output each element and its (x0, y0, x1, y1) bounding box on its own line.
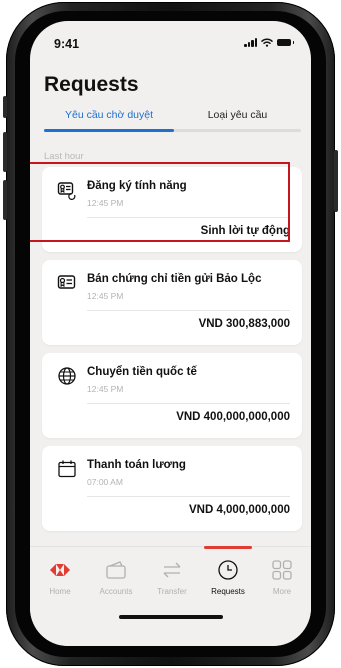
transfer-arrows-icon (163, 562, 181, 578)
request-time: 07:00 AM (87, 477, 123, 487)
request-time: 12:45 PM (87, 384, 124, 394)
tab-request-types[interactable]: Loại yêu cầu (174, 109, 301, 121)
wifi-icon (261, 38, 273, 47)
nav-more[interactable]: More (256, 559, 308, 596)
globe-icon (58, 367, 76, 385)
request-value: VND 4,000,000,000 (188, 504, 290, 516)
home-indicator[interactable] (119, 615, 223, 619)
certificate-icon (57, 275, 76, 289)
nav-accounts[interactable]: Accounts (90, 559, 142, 596)
request-card-deposit-certificate[interactable]: Bán chứng chỉ tiền gửi Bảo Lộc 12:45 PM … (42, 260, 302, 345)
card-divider (87, 403, 290, 404)
nav-label: Transfer (157, 587, 187, 596)
status-time: 9:41 (54, 37, 80, 51)
clock-icon (218, 560, 238, 580)
status-icons (244, 37, 294, 47)
nav-home[interactable]: Home (34, 559, 86, 596)
request-card-international-transfer[interactable]: Chuyển tiền quốc tế 12:45 PM VND 400,000… (42, 353, 302, 438)
request-title: Chuyển tiền quốc tế (87, 366, 197, 378)
volume-down-button (3, 180, 7, 220)
page-title: Requests (44, 73, 139, 96)
nav-label: More (272, 587, 292, 596)
tab-active-indicator (44, 129, 174, 132)
request-time: 12:45 PM (87, 291, 124, 301)
nav-label: Requests (211, 587, 245, 596)
request-value: VND 400,000,000,000 (176, 411, 290, 423)
request-card-feature-registration[interactable]: Đăng ký tính năng 12:45 PM Sinh lời tự đ… (30, 162, 302, 252)
grid-icon (272, 560, 292, 580)
battery-icon (277, 38, 294, 46)
signal-icon (244, 37, 257, 47)
section-label: Last hour (44, 151, 84, 162)
nav-label: Accounts (99, 587, 133, 596)
nav-requests[interactable]: Requests (202, 559, 254, 596)
request-value: VND 300,883,000 (198, 318, 290, 330)
mute-switch (3, 96, 7, 118)
volume-up-button (3, 132, 7, 172)
nav-active-indicator (204, 546, 252, 549)
tab-bar: Yêu cầu chờ duyệt Loại yêu cầu (44, 109, 301, 135)
request-title: Thanh toán lương (87, 459, 186, 471)
nav-label: Home (49, 587, 71, 596)
app-screen: 9:41 Requests Yêu cầu chờ duyệt Loại yêu… (30, 21, 311, 646)
bottom-navigation: Home Accounts Transfer Requests More (30, 546, 311, 646)
card-divider (87, 310, 290, 311)
status-bar: 9:41 (30, 21, 311, 61)
tab-pending-requests[interactable]: Yêu cầu chờ duyệt (44, 109, 174, 121)
request-title: Bán chứng chỉ tiền gửi Bảo Lộc (87, 273, 262, 285)
wallet-icon (106, 561, 126, 579)
highlight-box (30, 162, 290, 242)
bank-logo-icon (50, 564, 70, 576)
request-card-payroll[interactable]: Thanh toán lương 07:00 AM VND 4,000,000,… (42, 446, 302, 531)
calendar-icon (58, 460, 76, 478)
nav-transfer[interactable]: Transfer (146, 559, 198, 596)
card-divider (87, 496, 290, 497)
power-button (334, 150, 338, 212)
